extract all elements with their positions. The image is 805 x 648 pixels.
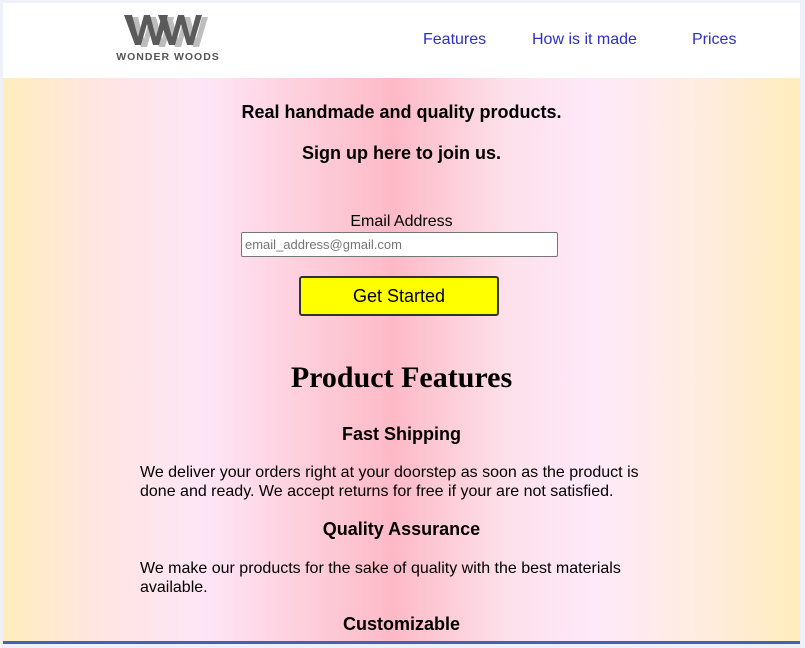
get-started-button[interactable]: Get Started [299,276,499,316]
nav-link-features[interactable]: Features [423,31,486,49]
feature-heading-fast-shipping: Fast Shipping [342,424,461,444]
hero-tagline: Real handmade and quality products. [241,102,562,122]
feature-text-fast-shipping: We deliver your orders right at your doo… [140,464,639,500]
email-input[interactable] [241,232,558,257]
ww-monogram-icon [124,15,208,47]
signup-prompt: Sign up here to join us. [301,143,501,163]
site-header: WONDER WOODS Features How is it made Pri… [3,3,800,78]
brand-name: WONDER WOODS [116,51,220,63]
features-title: Product Features [290,361,513,394]
nav-link-prices[interactable]: Prices [692,31,736,49]
nav-link-how-is-it-made[interactable]: How is it made [532,31,637,49]
feature-text-quality-assurance: We make our products for the sake of qua… [140,560,621,596]
brand-logo[interactable]: WONDER WOODS [110,13,226,63]
feature-heading-quality-assurance: Quality Assurance [322,519,481,539]
page: WONDER WOODS Features How is it made Pri… [3,3,800,644]
feature-heading-customizable: Customizable [342,614,461,634]
email-label: Email Address [350,213,453,230]
window-bottom-border [3,641,800,644]
